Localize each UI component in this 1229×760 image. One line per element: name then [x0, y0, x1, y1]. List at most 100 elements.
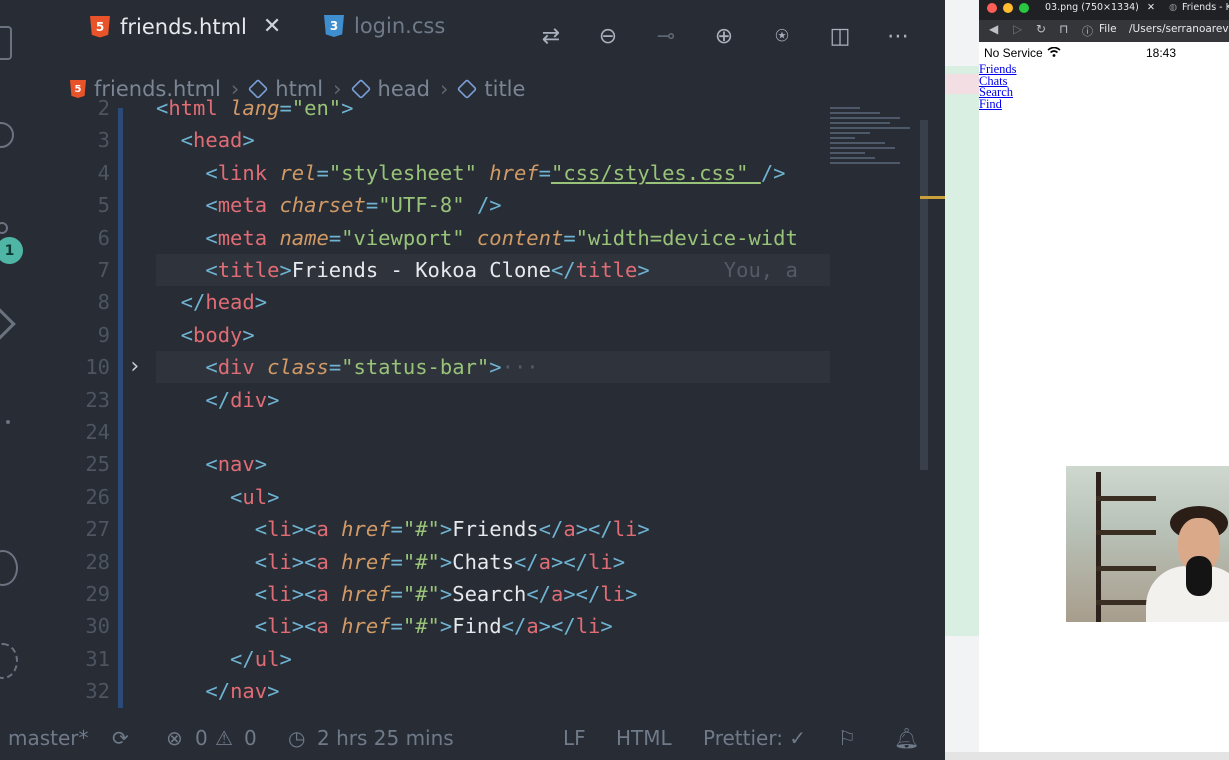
browser-tab[interactable]: Friends - Ko — [1182, 2, 1229, 13]
language-mode[interactable]: HTML — [616, 726, 672, 750]
back-icon[interactable]: ◀ — [989, 22, 998, 36]
line-number: 31 — [85, 646, 110, 671]
code-text: </div> — [156, 387, 280, 412]
url-bar[interactable]: /Users/serranoareva — [1129, 23, 1229, 35]
tab-label: friends.html — [120, 14, 247, 39]
code-text: <nav> — [156, 452, 268, 477]
page-viewport: No Service 18:43 Friends Chats Search Fi… — [979, 42, 1229, 760]
browser-tab[interactable]: 03.png (750×1334) — [1045, 2, 1139, 13]
warning-icon[interactable]: ⚠ — [215, 726, 233, 750]
code-text: <li><a href="#">Search</a></li> — [156, 582, 638, 606]
eol-indicator[interactable]: LF — [563, 726, 586, 750]
bookmark-icon[interactable]: ⊓ — [1059, 22, 1068, 36]
line-number: 30 — [85, 614, 110, 639]
code-line[interactable]: 28 <li><a href="#">Chats</a></li> — [0, 546, 830, 578]
code-text: <li><a href="#">Friends</a></li> — [156, 517, 650, 542]
explorer-icon[interactable] — [0, 26, 12, 60]
nav-link-find[interactable]: Find — [979, 97, 1002, 112]
code-line[interactable]: 10 › <div class="status-bar">··· — [0, 351, 830, 384]
code-text: <li><a href="#">Chats</a></li> — [156, 549, 626, 574]
info-icon[interactable]: ⓘ — [1082, 23, 1093, 39]
prettier-status[interactable]: Prettier: ✓ — [703, 726, 806, 750]
code-line[interactable]: 26 <ul> — [0, 481, 830, 513]
compare-changes-icon[interactable]: ⇄ — [537, 22, 565, 50]
code-line[interactable]: 4 <link rel="stylesheet" href="css/style… — [0, 157, 830, 189]
branch-label[interactable]: master* — [8, 726, 89, 750]
code-line[interactable]: 31 </ul> — [0, 643, 830, 675]
url-scheme: File — [1099, 23, 1117, 35]
feedback-icon[interactable]: ⚐ — [838, 726, 856, 750]
background-window-strip — [945, 0, 979, 760]
git-graph-icon[interactable]: ⍟ — [768, 22, 796, 50]
microphone-icon — [1186, 556, 1212, 596]
vertical-scrollbar[interactable] — [920, 120, 928, 470]
code-line[interactable]: 2 <html lang="en"> — [0, 92, 830, 124]
close-window-icon[interactable] — [987, 3, 997, 13]
browser-toolbar: ◀ ▷ ↻ ⊓ ⓘ File /Users/serranoareva — [979, 20, 1229, 42]
commit-icon[interactable]: ⊸ — [652, 22, 680, 50]
line-number: 7 — [97, 258, 110, 282]
line-number: 24 — [85, 420, 110, 444]
browser-tab-strip: 03.png (750×1334) ✕ ◍ Friends - Ko — [979, 0, 1229, 20]
minimap[interactable] — [830, 104, 920, 194]
code-text: <meta charset="UTF-8" /> — [156, 193, 502, 218]
time-tracker[interactable]: 2 hrs 25 mins — [317, 726, 454, 750]
code-line[interactable]: 7 <title>Friends - Kokoa Clone</title> Y… — [0, 254, 830, 286]
tab-login-css[interactable]: 3 login.css — [324, 14, 445, 38]
reload-icon[interactable]: ↻ — [1036, 22, 1046, 36]
webcam-overlay — [1066, 466, 1229, 622]
code-editor: 1 5 friends.html ✕ 3 login.css ⇄ ⊖ ⊸ ⊕ ⍟… — [0, 0, 945, 760]
code-line[interactable]: 9 <body> — [0, 319, 830, 351]
bell-icon[interactable]: 🔔︎ — [894, 726, 919, 750]
line-number: 23 — [85, 387, 110, 412]
browser-window: 03.png (750×1334) ✕ ◍ Friends - Ko ◀ ▷ ↻… — [979, 0, 1229, 760]
code-line[interactable]: 27 <li><a href="#">Friends</a></li> — [0, 513, 830, 545]
line-number: 32 — [85, 679, 110, 704]
code-text: </ul> — [156, 646, 292, 671]
line-number: 25 — [85, 452, 110, 477]
sync-icon[interactable]: ⟳ — [112, 726, 129, 750]
code-line[interactable]: 3 <head> — [0, 124, 830, 156]
tab-friends-html[interactable]: 5 friends.html ✕ — [90, 14, 281, 39]
line-number: 5 — [97, 193, 110, 218]
zoom-window-icon[interactable] — [1019, 3, 1029, 13]
error-icon[interactable]: ⊗ — [166, 726, 183, 750]
line-number: 3 — [97, 128, 110, 153]
close-icon[interactable]: ✕ — [1147, 2, 1155, 13]
code-line[interactable]: 5 <meta charset="UTF-8" /> — [0, 189, 830, 221]
code-text: <link rel="stylesheet" href="css/styles.… — [156, 160, 786, 185]
line-number: 27 — [85, 517, 110, 542]
code-line[interactable]: 25 <nav> — [0, 448, 830, 480]
code-text: <ul> — [156, 484, 280, 509]
split-editor-icon[interactable]: ◫ — [826, 22, 854, 50]
css3-icon: 3 — [324, 15, 344, 37]
line-number: 29 — [85, 582, 110, 606]
code-text: <html lang="en"> — [156, 96, 354, 120]
code-line[interactable]: 32 </nav> — [0, 675, 830, 707]
line-number: 6 — [97, 225, 110, 250]
code-text: <meta name="viewport" content="width=dev… — [156, 225, 798, 250]
code-text: </head> — [156, 290, 268, 315]
code-text: <title>Friends - Kokoa Clone</title> You… — [156, 258, 798, 282]
code-line[interactable]: 8 </head> — [0, 286, 830, 318]
more-actions-icon[interactable]: ⋯ — [884, 22, 912, 50]
previous-change-icon[interactable]: ⊖ — [594, 22, 622, 50]
close-icon[interactable]: ✕ — [263, 14, 281, 39]
globe-icon: ◍ — [1169, 2, 1178, 13]
code-line[interactable]: 30 <li><a href="#">Find</a></li> — [0, 610, 830, 642]
line-number: 9 — [97, 322, 110, 347]
html5-icon: 5 — [90, 15, 110, 38]
code-line[interactable]: 6 <meta name="viewport" content="width=d… — [0, 222, 830, 254]
code-text: <body> — [156, 322, 255, 347]
fold-chevron-icon[interactable]: › — [128, 351, 141, 383]
editor-tabs: 5 friends.html ✕ 3 login.css ⇄ ⊖ ⊸ ⊕ ⍟ ◫… — [70, 0, 945, 72]
minimize-window-icon[interactable] — [1003, 3, 1013, 13]
status-bar: master* ⟳ ⊗ 0 ⚠ 0 ◷ 2 hrs 25 mins LF HTM… — [0, 714, 945, 760]
code-line[interactable]: 29 <li><a href="#">Search</a></li> — [0, 578, 830, 610]
next-change-icon[interactable]: ⊕ — [710, 22, 738, 50]
code-line[interactable]: 23 </div> — [0, 384, 830, 416]
forward-icon[interactable]: ▷ — [1013, 22, 1022, 36]
line-number: 10 — [85, 355, 110, 380]
code-line[interactable]: 24 — [0, 416, 830, 448]
line-number: 4 — [97, 160, 110, 185]
